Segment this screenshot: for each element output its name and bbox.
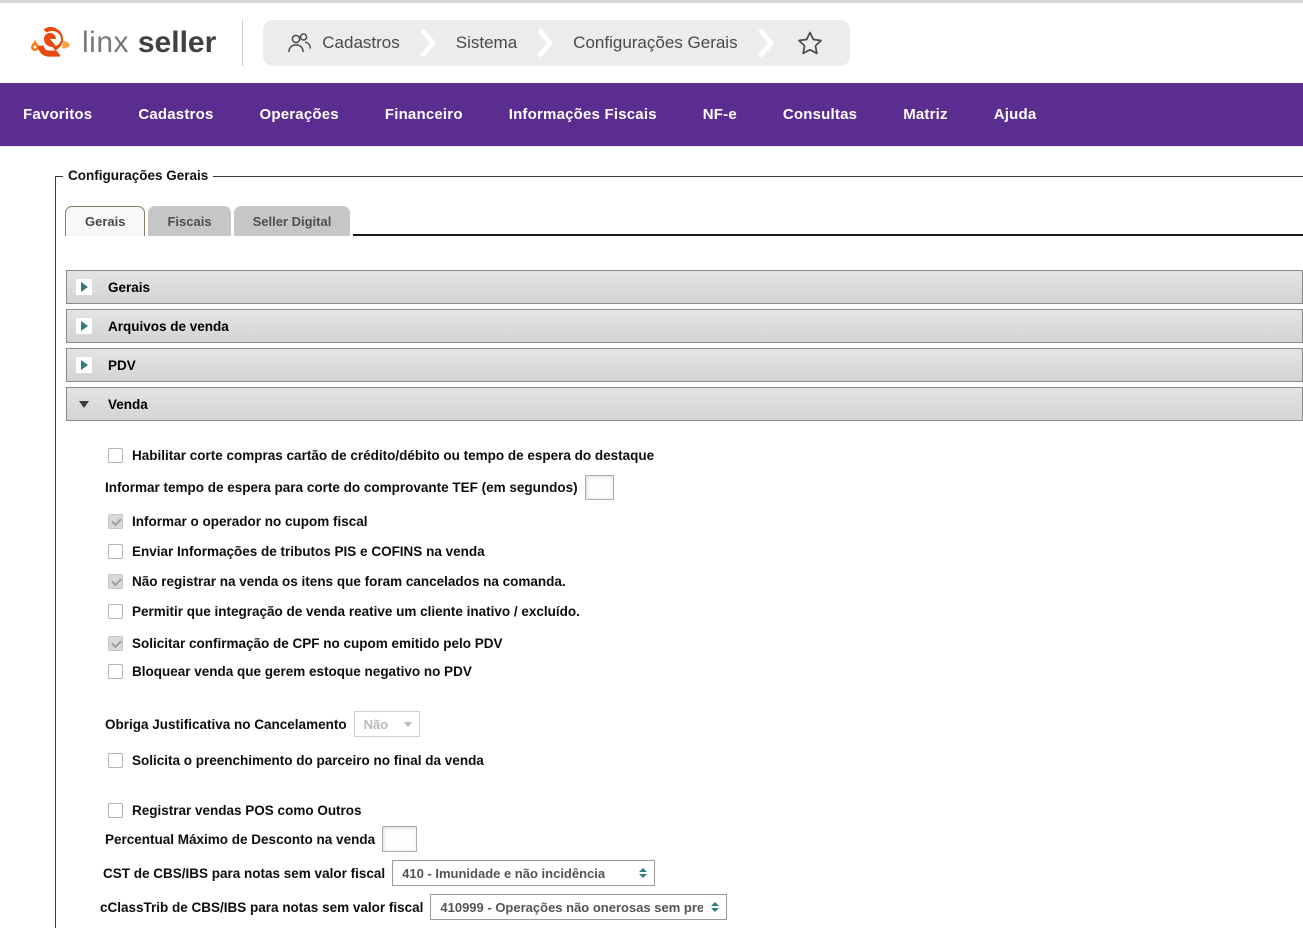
accordion-label: Gerais [108,279,151,295]
nav-item-nfe[interactable]: NF-e [680,106,760,123]
breadcrumb-label: Cadastros [322,33,400,52]
breadcrumb-item-configuracoes-gerais[interactable]: Configurações Gerais [573,33,737,53]
checkbox-label: Permitir que integração de venda reative… [132,603,580,619]
nav-item-informacoes-fiscais[interactable]: Informações Fiscais [486,106,680,123]
expand-arrow-icon [76,357,92,373]
accordion-pdv[interactable]: PDV [66,348,1303,382]
breadcrumb: Cadastros Sistema Configurações Gerais [263,20,850,66]
linx-seller-logo[interactable]: linx seller [28,23,216,63]
checkbox-enviar-pis-cofins[interactable] [108,543,123,559]
field-label: Obriga Justificativa no Cancelamento [105,716,347,732]
expand-arrow-icon [76,318,92,334]
chevron-down-icon [403,721,412,727]
checkbox-row-bloquear-estoque-negativo: Bloquear venda que gerem estoque negativ… [108,663,1303,679]
nav-item-consultas[interactable]: Consultas [760,106,880,123]
main-menu-bar: Favoritos Cadastros Operações Financeiro… [0,83,1303,147]
checkbox-label: Bloquear venda que gerem estoque negativ… [132,663,472,679]
collapse-arrow-icon [76,396,92,412]
checkbox-label: Habilitar corte compras cartão de crédit… [132,447,655,463]
field-row-cst-cbs-ibs: CST de CBS/IBS para notas sem valor fisc… [103,860,1303,886]
checkbox-nao-registrar-cancelados [108,573,123,589]
select-updown-icon [711,902,720,912]
accordion-arquivos-de-venda[interactable]: Arquivos de venda [66,309,1303,343]
tab-bar: Gerais Fiscais Seller Digital [65,177,1303,236]
accordion-venda[interactable]: Venda [66,387,1303,421]
checkbox-row-solicita-parceiro: Solicita o preenchimento do parceiro no … [108,752,1303,768]
field-label: CST de CBS/IBS para notas sem valor fisc… [103,865,386,881]
checkbox-row-confirmar-cpf: Solicitar confirmação de CPF no cupom em… [108,635,1303,651]
select-value: Não [363,716,389,732]
tab-baseline [353,204,1303,236]
field-row-obriga-justificativa: Obriga Justificativa no Cancelamento Não [105,711,1303,737]
percentual-desconto-input[interactable] [382,826,418,852]
users-icon [285,30,312,56]
select-value: 410999 - Operações não onerosas sem pre [440,899,704,915]
checkbox-row-informar-operador: Informar o operador no cupom fiscal [108,513,1303,529]
app-header: linx seller Cadastros Sistema Configuraç… [0,3,1303,83]
breadcrumb-chevron-icon [757,28,774,58]
breadcrumb-label: Sistema [455,33,518,52]
header-divider [242,20,244,66]
field-row-percentual-desconto: Percentual Máximo de Desconto na venda [105,826,1303,852]
obriga-justificativa-select: Não [353,711,420,737]
accordion-list: Gerais Arquivos de venda PDV Venda [66,270,1303,421]
linx-logo-icon [31,27,70,57]
checkbox-vendas-pos-outros[interactable] [108,802,123,818]
checkbox-solicita-parceiro[interactable] [108,752,123,768]
accordion-label: Venda [108,396,148,412]
accordion-label: Arquivos de venda [108,318,229,334]
checkbox-informar-operador [108,513,123,529]
select-value: 410 - Imunidade e não incidência [402,865,606,881]
breadcrumb-item-sistema[interactable]: Sistema [456,33,517,53]
select-updown-icon [639,868,648,878]
field-label: Informar tempo de espera para corte do c… [105,480,578,495]
tab-fiscais[interactable]: Fiscais [148,206,231,236]
nav-item-favoritos[interactable]: Favoritos [0,106,115,123]
breadcrumb-chevron-icon [537,28,554,58]
nav-item-operacoes[interactable]: Operações [237,106,362,123]
tempo-espera-tef-input[interactable] [584,475,614,500]
venda-section-body: Habilitar corte compras cartão de crédit… [56,426,1303,920]
brand-wordmark: linx seller [82,26,217,59]
checkbox-label: Solicitar confirmação de CPF no cupom em… [132,635,503,651]
favorite-star-icon[interactable] [796,30,824,57]
nav-item-cadastros[interactable]: Cadastros [115,106,236,123]
checkbox-row-habilitar-corte: Habilitar corte compras cartão de crédit… [108,447,1303,463]
checkbox-label: Enviar Informações de tributos PIS e COF… [132,543,485,559]
checkbox-label: Solicita o preenchimento do parceiro no … [132,752,484,768]
checkbox-row-vendas-pos-outros: Registrar vendas POS como Outros [108,802,1303,818]
nav-item-ajuda[interactable]: Ajuda [971,106,1060,123]
checkbox-confirmar-cpf [108,635,123,651]
cclasstrib-cbs-ibs-select[interactable]: 410999 - Operações não onerosas sem pre [430,894,728,920]
checkbox-bloquear-estoque-negativo[interactable] [108,663,123,679]
panel-legend: Configurações Gerais [63,168,214,183]
nav-item-financeiro[interactable]: Financeiro [362,106,486,123]
checkbox-row-nao-registrar-cancelados: Não registrar na venda os itens que fora… [108,573,1303,589]
field-label: cClassTrib de CBS/IBS para notas sem val… [100,899,424,915]
breadcrumb-chevron-icon [419,28,436,58]
checkbox-label: Registrar vendas POS como Outros [132,802,362,818]
field-row-cclasstrib-cbs-ibs: cClassTrib de CBS/IBS para notas sem val… [100,894,1303,920]
expand-arrow-icon [76,279,92,295]
checkbox-label: Informar o operador no cupom fiscal [132,513,368,529]
checkbox-reativar-cliente[interactable] [108,603,123,619]
field-label: Percentual Máximo de Desconto na venda [105,831,376,847]
nav-item-matriz[interactable]: Matriz [880,106,971,123]
checkbox-row-reativar-cliente: Permitir que integração de venda reative… [108,603,1303,619]
field-row-tempo-espera-tef: Informar tempo de espera para corte do c… [105,475,1303,500]
checkbox-label: Não registrar na venda os itens que fora… [132,573,566,589]
checkbox-habilitar-corte[interactable] [108,447,123,463]
tab-gerais[interactable]: Gerais [65,206,146,236]
accordion-label: PDV [108,357,136,373]
configuracoes-gerais-panel: Configurações Gerais Gerais Fiscais Sell… [55,168,1303,928]
checkbox-row-enviar-pis-cofins: Enviar Informações de tributos PIS e COF… [108,543,1303,559]
tab-seller-digital[interactable]: Seller Digital [233,206,351,236]
breadcrumb-label: Configurações Gerais [573,33,738,52]
breadcrumb-item-cadastros[interactable]: Cadastros [285,30,400,56]
accordion-gerais[interactable]: Gerais [66,270,1303,304]
cst-cbs-ibs-select[interactable]: 410 - Imunidade e não incidência [392,860,656,886]
